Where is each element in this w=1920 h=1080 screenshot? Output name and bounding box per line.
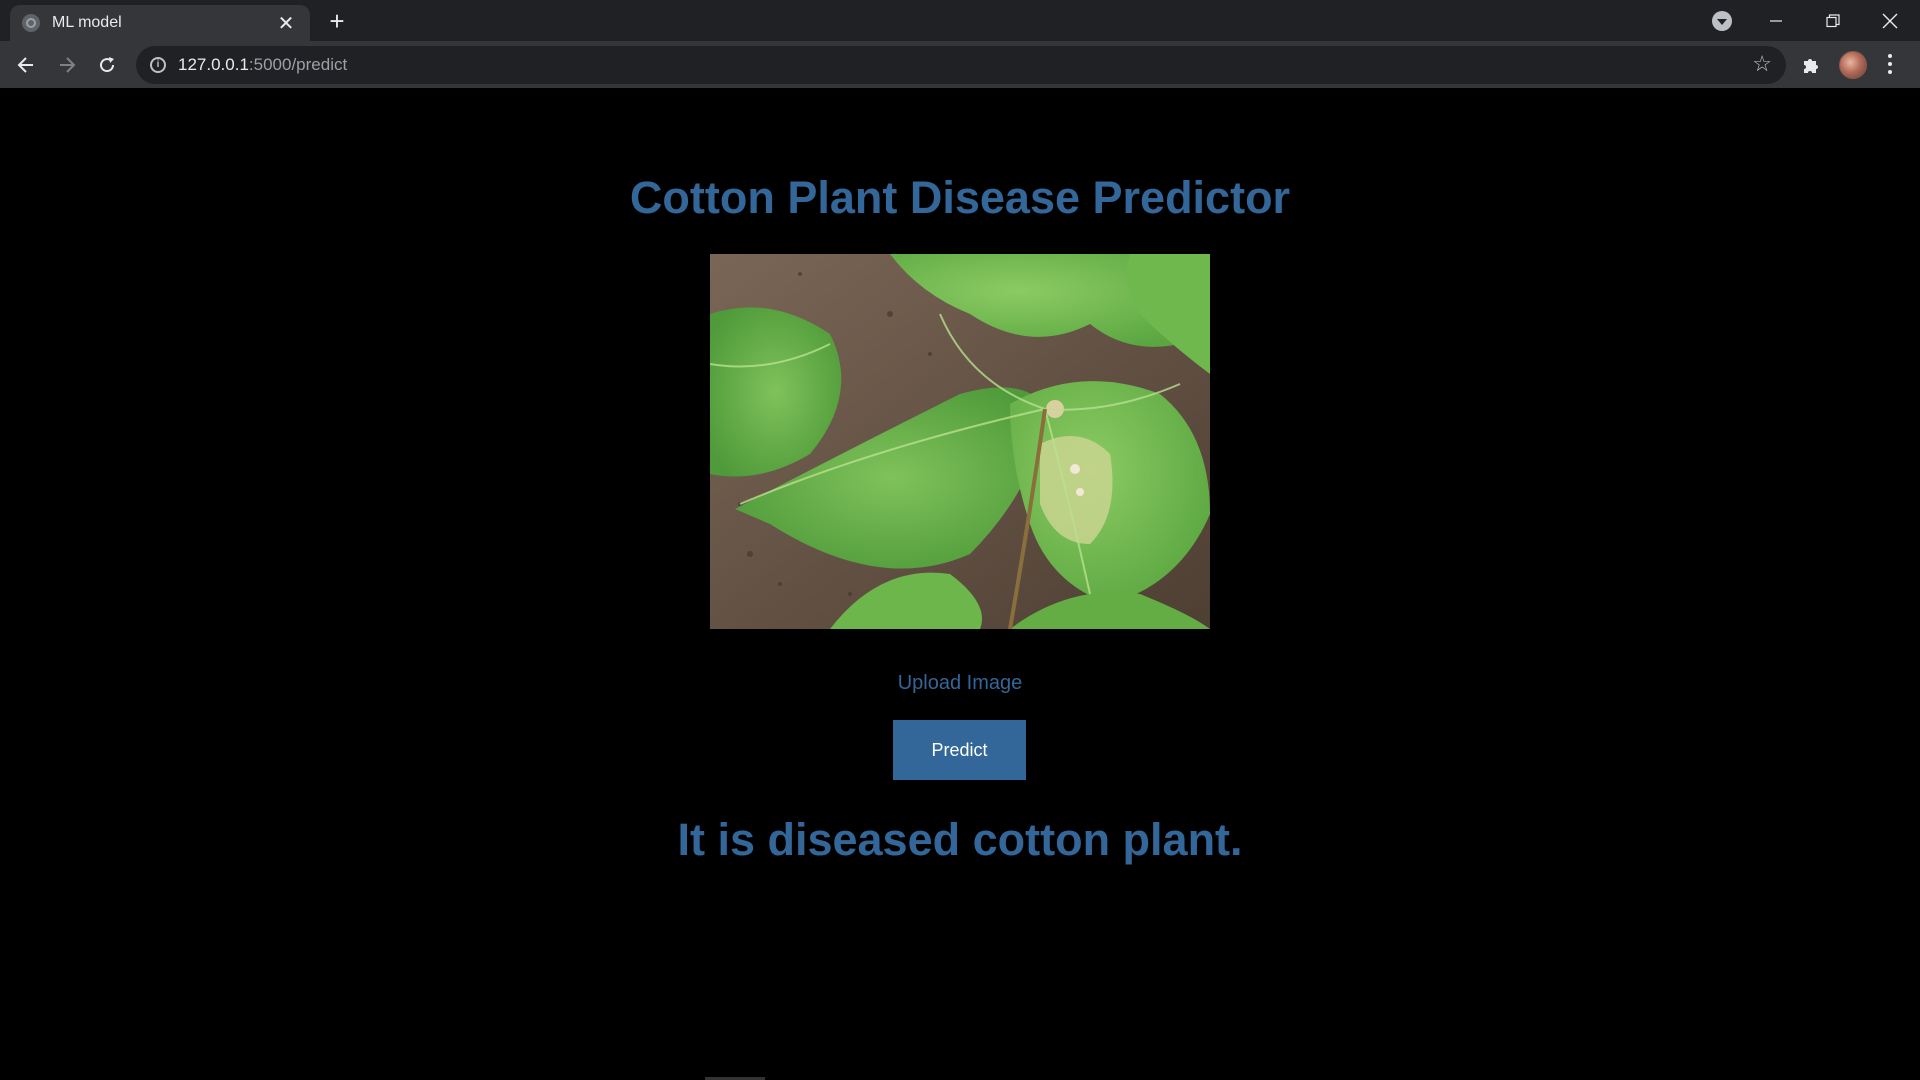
minimize-button[interactable] bbox=[1748, 0, 1804, 41]
puzzle-icon[interactable] bbox=[1800, 53, 1824, 77]
kebab-menu-icon[interactable] bbox=[1886, 52, 1894, 78]
reload-icon bbox=[100, 57, 115, 73]
forward-button[interactable] bbox=[51, 49, 83, 81]
prediction-result: It is diseased cotton plant. bbox=[677, 814, 1243, 865]
tab-strip: ML model ✕ + bbox=[0, 0, 1920, 41]
upload-image-link[interactable]: Upload Image bbox=[0, 670, 1920, 696]
back-icon bbox=[17, 57, 33, 73]
minimize-icon bbox=[1770, 19, 1782, 22]
uploaded-image-preview bbox=[710, 254, 1210, 629]
url-host: 127.0.0.1 bbox=[178, 55, 249, 74]
close-icon bbox=[1882, 13, 1898, 28]
star-icon[interactable]: ☆ bbox=[1752, 53, 1772, 75]
profile-dropdown-icon[interactable] bbox=[1712, 11, 1732, 31]
restore-button[interactable] bbox=[1805, 0, 1861, 41]
restore-icon bbox=[1826, 13, 1840, 27]
close-icon[interactable]: ✕ bbox=[274, 11, 298, 36]
window-close-button[interactable] bbox=[1862, 0, 1918, 41]
browser-tab[interactable]: ML model ✕ bbox=[10, 5, 310, 41]
info-icon[interactable]: i bbox=[150, 57, 166, 73]
address-bar[interactable]: i 127.0.0.1:5000/predict ☆ bbox=[136, 46, 1786, 84]
back-button[interactable] bbox=[10, 49, 42, 81]
page-content: Cotton Plant Disease Predictor Upload Im… bbox=[0, 88, 1920, 1080]
avatar[interactable] bbox=[1839, 51, 1867, 79]
tab-title: ML model bbox=[52, 14, 122, 31]
reload-button[interactable] bbox=[91, 49, 123, 81]
browser-toolbar: i 127.0.0.1:5000/predict ☆ bbox=[0, 41, 1920, 88]
page-title: Cotton Plant Disease Predictor bbox=[629, 172, 1291, 223]
predict-button[interactable]: Predict bbox=[893, 720, 1026, 780]
forward-icon bbox=[60, 57, 76, 73]
plus-icon[interactable]: + bbox=[322, 6, 352, 36]
cotton-leaf-photo bbox=[710, 254, 1210, 629]
globe-icon bbox=[22, 14, 40, 32]
url-path: :5000/predict bbox=[248, 55, 348, 74]
